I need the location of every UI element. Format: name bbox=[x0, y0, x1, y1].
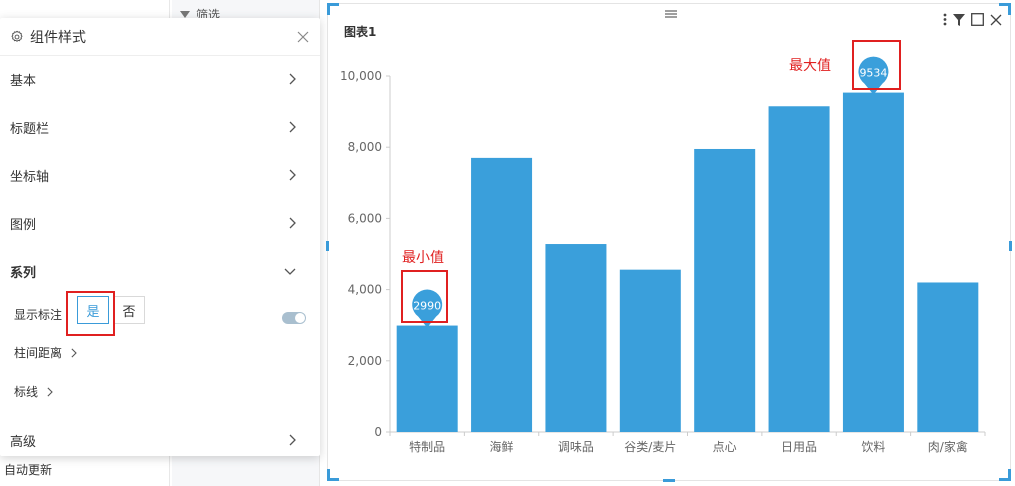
min-value-label: 2990 bbox=[413, 300, 441, 313]
y-tick-label: 6,000 bbox=[348, 211, 382, 225]
bar bbox=[842, 92, 904, 432]
x-tick-label: 海鲜 bbox=[490, 439, 514, 454]
y-tick-label: 2,000 bbox=[348, 354, 382, 368]
y-tick-label: 8,000 bbox=[348, 140, 382, 154]
x-tick-label: 饮料 bbox=[861, 440, 885, 454]
y-tick-label: 0 bbox=[374, 425, 382, 439]
bar-chart: 0 2,000 4,000 6,000 8,000 10,000 特制品 海鲜 调味品 谷类/麦片… bbox=[340, 56, 986, 454]
bar bbox=[396, 325, 458, 432]
bar bbox=[917, 282, 979, 432]
bar bbox=[471, 157, 533, 432]
x-tick-label: 特制品 bbox=[409, 439, 445, 454]
x-tick-label: 点心 bbox=[713, 440, 737, 454]
x-tick-label: 肉/家禽 bbox=[928, 439, 968, 454]
min-annotation: 最小值 bbox=[402, 250, 444, 266]
x-tick-label: 谷类/麦片 bbox=[624, 440, 676, 454]
bar bbox=[768, 106, 830, 432]
x-tick-label: 调味品 bbox=[558, 440, 594, 454]
bar bbox=[545, 244, 607, 432]
y-tick-label: 10,000 bbox=[340, 69, 382, 83]
max-annotation: 最大值 bbox=[789, 58, 831, 74]
max-value-label: 9534 bbox=[859, 67, 887, 80]
y-tick-label: 4,000 bbox=[348, 283, 382, 297]
bar bbox=[619, 269, 681, 432]
x-tick-label: 日用品 bbox=[781, 440, 817, 454]
bar bbox=[694, 148, 756, 433]
